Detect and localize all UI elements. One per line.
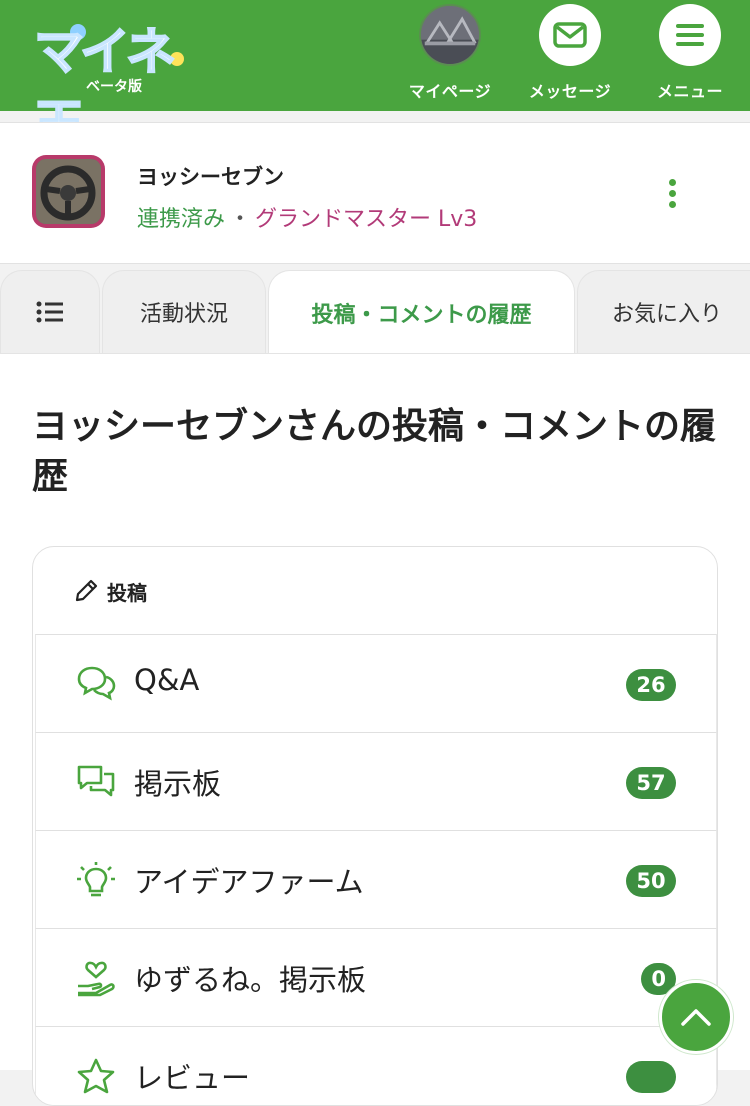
hamburger-icon	[659, 4, 721, 66]
pencil-icon	[75, 579, 98, 602]
avatar-image	[421, 6, 479, 64]
profile-status: 連携済み・グランドマスター Lv3	[137, 201, 477, 233]
more-options-icon[interactable]	[660, 179, 684, 209]
nav-messages-label: メッセージ	[528, 82, 612, 101]
list-icon	[36, 301, 63, 323]
posts-heading: 投稿	[33, 547, 717, 635]
list-item-qa[interactable]: Q&A 26	[35, 634, 717, 732]
chevron-up-icon	[681, 1009, 711, 1026]
envelope-icon	[539, 4, 601, 66]
tab-post-history[interactable]: 投稿・コメントの履歴	[268, 270, 575, 354]
list-item-label: 掲示板	[134, 767, 222, 801]
status-separator: ・	[229, 207, 252, 232]
site-logo[interactable]: マイネ王 ベータ版	[30, 10, 205, 154]
tab-list[interactable]	[0, 270, 100, 353]
hand-heart-icon	[78, 961, 115, 997]
list-item-board[interactable]: 掲示板 57	[35, 732, 717, 830]
lightbulb-icon	[77, 862, 115, 897]
list-item-label: ゆずるね。掲示板	[134, 963, 367, 997]
nav-menu[interactable]: メニュー	[635, 4, 745, 109]
count-badge: 26	[626, 669, 676, 701]
profile-name: ヨッシーセブン	[137, 165, 284, 189]
main-content: ヨッシーセブンさんの投稿・コメントの履歴 投稿 Q&A 26 掲示板 57 アイ…	[0, 353, 750, 1106]
board-chat-icon	[77, 765, 115, 797]
list-item-label: Q&A	[134, 663, 200, 697]
page-title: ヨッシーセブンさんの投稿・コメントの履歴	[32, 406, 717, 497]
tab-activity[interactable]: 活動状況	[102, 270, 266, 353]
app-header: マイネ王 ベータ版 マイページ メッセージ	[0, 0, 750, 154]
list-item-yuzurune-board[interactable]: ゆずるね。掲示板 0	[35, 928, 717, 1026]
posts-card: 投稿 Q&A 26 掲示板 57 アイデアファーム 50 ゆずるね。掲示板 0 …	[32, 546, 718, 1106]
count-badge: 50	[626, 865, 676, 897]
list-item-label: レビュー	[134, 1061, 251, 1095]
nav-menu-label: メニュー	[656, 82, 723, 101]
nav-messages[interactable]: メッセージ	[515, 4, 625, 109]
count-badge	[626, 1061, 676, 1093]
list-item-label: アイデアファーム	[134, 865, 364, 899]
profile-avatar[interactable]	[32, 155, 105, 228]
avatar	[419, 4, 481, 66]
steering-wheel-icon	[36, 159, 101, 224]
star-icon	[77, 1058, 115, 1094]
list-item-review[interactable]: レビュー	[35, 1026, 717, 1105]
logo-subtitle: ベータ版	[86, 79, 142, 95]
user-rank: グランドマスター Lv3	[255, 207, 478, 232]
profile-tabs: 活動状況 投稿・コメントの履歴 お気に入り	[0, 270, 750, 354]
profile-card: ヨッシーセブン 連携済み・グランドマスター Lv3	[0, 122, 750, 264]
linked-status: 連携済み	[137, 207, 226, 232]
posts-heading-label: 投稿	[107, 580, 147, 605]
scroll-to-top-button[interactable]	[659, 980, 733, 1054]
nav-mypage-label: マイページ	[408, 82, 492, 101]
count-badge: 57	[626, 767, 676, 799]
list-item-idea-farm[interactable]: アイデアファーム 50	[35, 830, 717, 928]
nav-mypage[interactable]: マイページ	[395, 4, 505, 109]
tab-favorites[interactable]: お気に入り	[577, 270, 750, 353]
chat-bubbles-icon	[77, 666, 116, 701]
